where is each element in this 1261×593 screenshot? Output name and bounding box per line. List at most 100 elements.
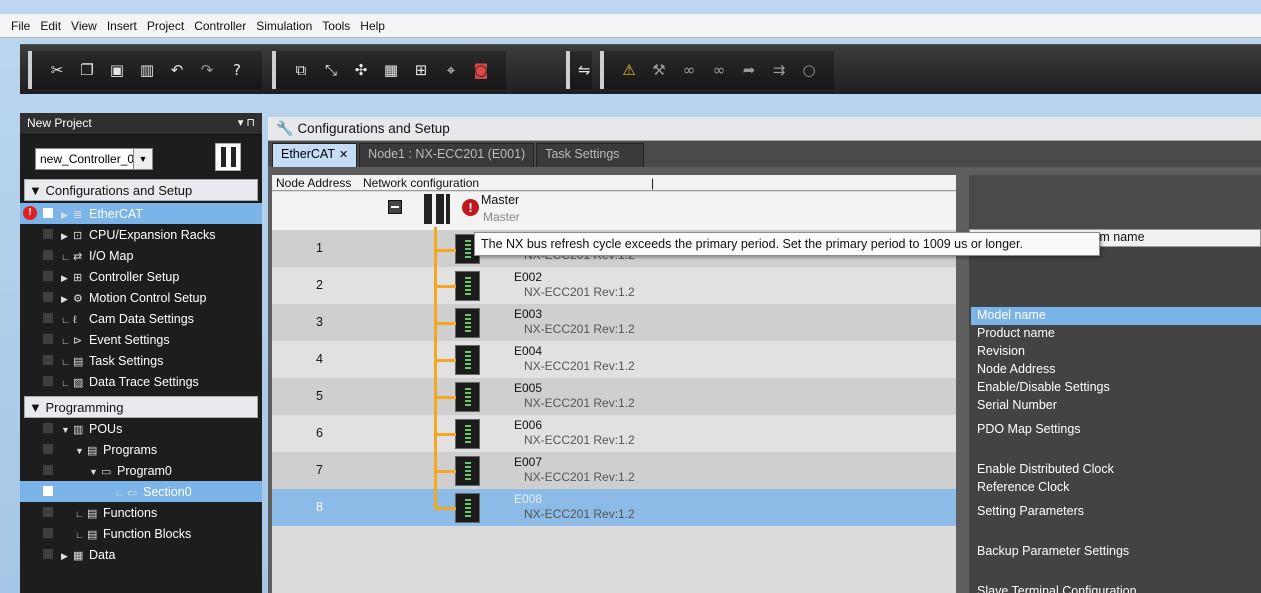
redo-icon[interactable]: ↷ [197,60,217,80]
sidebar-item-programs[interactable]: ▼ ▤ Programs [20,439,262,460]
chevron-down-icon[interactable]: ▼ [133,149,152,169]
property-revision[interactable]: Revision [971,344,1261,358]
expander-icon[interactable]: ▶ [61,273,73,284]
wrench-icon[interactable]: ⚒ [649,60,669,80]
property-node-address[interactable]: Node Address [971,362,1261,376]
sidebar-item-section0[interactable]: ∟ ▭ Section0 [20,481,262,502]
expander-icon[interactable]: ▼ [89,467,101,477]
section-configurations[interactable]: ▼ Configurations and Setup [24,179,258,201]
sidebar-item-cam-data-settings[interactable]: ∟ ℓ Cam Data Settings [20,308,262,329]
pointer-icon[interactable]: ⤡ [321,60,341,80]
property-pdo-map-settings[interactable]: PDO Map Settings [971,422,1261,436]
watch-icon[interactable]: ⊞ [411,60,431,80]
collapse-icon[interactable] [388,200,402,214]
copy-icon[interactable]: ❐ [77,60,97,80]
online-icon[interactable]: ⇋ [578,60,591,80]
help-icon[interactable]: ? [227,60,247,80]
reset-icon[interactable]: ○ [799,60,819,80]
property-slave-terminal-configuration[interactable]: Slave Terminal Configuration [971,584,1261,593]
menu-project[interactable]: Project [147,19,184,33]
transfer-icon[interactable]: ➦ [739,60,759,80]
master-device-icon [422,194,456,224]
sidebar-item-function-blocks[interactable]: ∟ ▤ Function Blocks [20,523,262,544]
node-row[interactable]: 4 E004 NX-ECC201 Rev:1.2 [272,341,956,378]
window-icon[interactable]: ⧉ [291,60,311,80]
section-programming[interactable]: ▼ Programming [24,396,258,418]
tree-item-label: POUs [89,421,123,436]
property-product-name[interactable]: Product name [971,326,1261,340]
node-row[interactable]: 6 E006 NX-ECC201 Rev:1.2 [272,415,956,452]
controller-select[interactable]: new_Controller_0 ▼ [35,148,153,170]
paste-icon[interactable]: ▣ [107,60,127,80]
menu-file[interactable]: File [11,19,30,33]
node-row[interactable]: 8 E008 NX-ECC201 Rev:1.2 [272,489,956,526]
build-icon[interactable]: ▦ [381,60,401,80]
status-square-icon [43,355,53,365]
expander-icon[interactable]: ▶ [61,551,73,562]
stop-icon[interactable]: ◙ [471,60,491,80]
node-row[interactable]: 5 E005 NX-ECC201 Rev:1.2 [272,378,956,415]
sidebar-item-controller-setup[interactable]: ▶ ⊞ Controller Setup [20,266,262,287]
master-row[interactable]: ! Master Master [272,192,956,232]
property-setting-parameters[interactable]: Setting Parameters [971,504,1261,518]
sidebar-item-i-o-map[interactable]: ∟ ⇄ I/O Map [20,245,262,266]
expander-icon[interactable]: ▶ [61,294,73,305]
delete-icon[interactable]: ▥ [137,60,157,80]
node-row[interactable]: 3 E003 NX-ECC201 Rev:1.2 [272,304,956,341]
error-icon[interactable]: ! [462,199,479,216]
tab-task-settings[interactable]: Task Settings [536,143,645,167]
sidebar-item-motion-control-setup[interactable]: ▶ ⚙ Motion Control Setup [20,287,262,308]
property-backup-parameter-settings[interactable]: Backup Parameter Settings [971,544,1261,558]
expander-icon[interactable]: ∟ [75,509,87,519]
expander-icon[interactable]: ▶ [61,231,73,242]
menu-help[interactable]: Help [360,19,385,33]
node-icon: ≣ [73,208,83,221]
tab-ethercat[interactable]: EtherCAT ✕ [272,143,358,167]
sidebar-item-data[interactable]: ▶ ▦ Data [20,544,262,565]
sidebar-item-task-settings[interactable]: ∟ ▤ Task Settings [20,350,262,371]
menu-tools[interactable]: Tools [322,19,350,33]
node-row[interactable]: 7 E007 NX-ECC201 Rev:1.2 [272,452,956,489]
property-enable-disable-settings[interactable]: Enable/Disable Settings [971,380,1261,394]
property-model-name[interactable]: Model name [971,308,1261,322]
sidebar-item-data-trace-settings[interactable]: ∟ ▨ Data Trace Settings [20,371,262,392]
find-icon[interactable]: ⌖ [441,60,461,80]
property-serial-number[interactable]: Serial Number [971,398,1261,412]
warning-icon[interactable]: ⚠ [619,60,639,80]
link-icon[interactable]: ∞ [679,60,699,80]
compare-icon[interactable]: ⇉ [769,60,789,80]
menu-view[interactable]: View [71,19,97,33]
menu-insert[interactable]: Insert [107,19,137,33]
expander-icon[interactable]: ∟ [61,315,73,325]
expander-icon[interactable]: ∟ [61,336,73,346]
expander-icon[interactable]: ▶ [61,210,73,221]
expander-icon[interactable]: ∟ [61,252,73,262]
expander-icon[interactable]: ∟ [61,378,73,388]
node-row[interactable]: 2 E002 NX-ECC201 Rev:1.2 [272,267,956,304]
menu-simulation[interactable]: Simulation [256,19,312,33]
toolbar-group-edit: ✂ ❐ ▣ ▥ ↶ ↷ ? [28,51,262,89]
sidebar-item-pous[interactable]: ▼ ▥ POUs [20,418,262,439]
property-enable-distributed-clock[interactable]: Enable Distributed Clock [971,462,1261,476]
menu-edit[interactable]: Edit [40,19,61,33]
expander-icon[interactable]: ∟ [115,488,127,498]
unlink-icon[interactable]: ∞ [709,60,729,80]
expander-icon[interactable]: ▼ [61,425,73,435]
sidebar-item-program0[interactable]: ▼ ▭ Program0 [20,460,262,481]
sidebar-item-functions[interactable]: ∟ ▤ Functions [20,502,262,523]
sidebar-item-event-settings[interactable]: ∟ ⊳ Event Settings [20,329,262,350]
property-reference-clock[interactable]: Reference Clock [971,480,1261,494]
cut-icon[interactable]: ✂ [47,60,67,80]
sidebar-item-ethercat[interactable]: ! ▶ ≣ EtherCAT [20,203,262,224]
crossref-icon[interactable]: ✣ [351,60,371,80]
sidebar-item-cpu-expansion-racks[interactable]: ▶ ⊡ CPU/Expansion Racks [20,224,262,245]
pin-icon[interactable]: ▾ ⊓ [238,116,255,131]
expander-icon[interactable]: ▼ [75,446,87,456]
undo-icon[interactable]: ↶ [167,60,187,80]
expander-icon[interactable]: ∟ [75,530,87,540]
close-icon[interactable]: ✕ [339,149,348,161]
menu-controller[interactable]: Controller [194,19,246,33]
tab-node1[interactable]: Node1 : NX-ECC201 (E001) [359,143,535,167]
expander-icon[interactable]: ∟ [61,357,73,367]
column-divider: | [651,176,655,190]
